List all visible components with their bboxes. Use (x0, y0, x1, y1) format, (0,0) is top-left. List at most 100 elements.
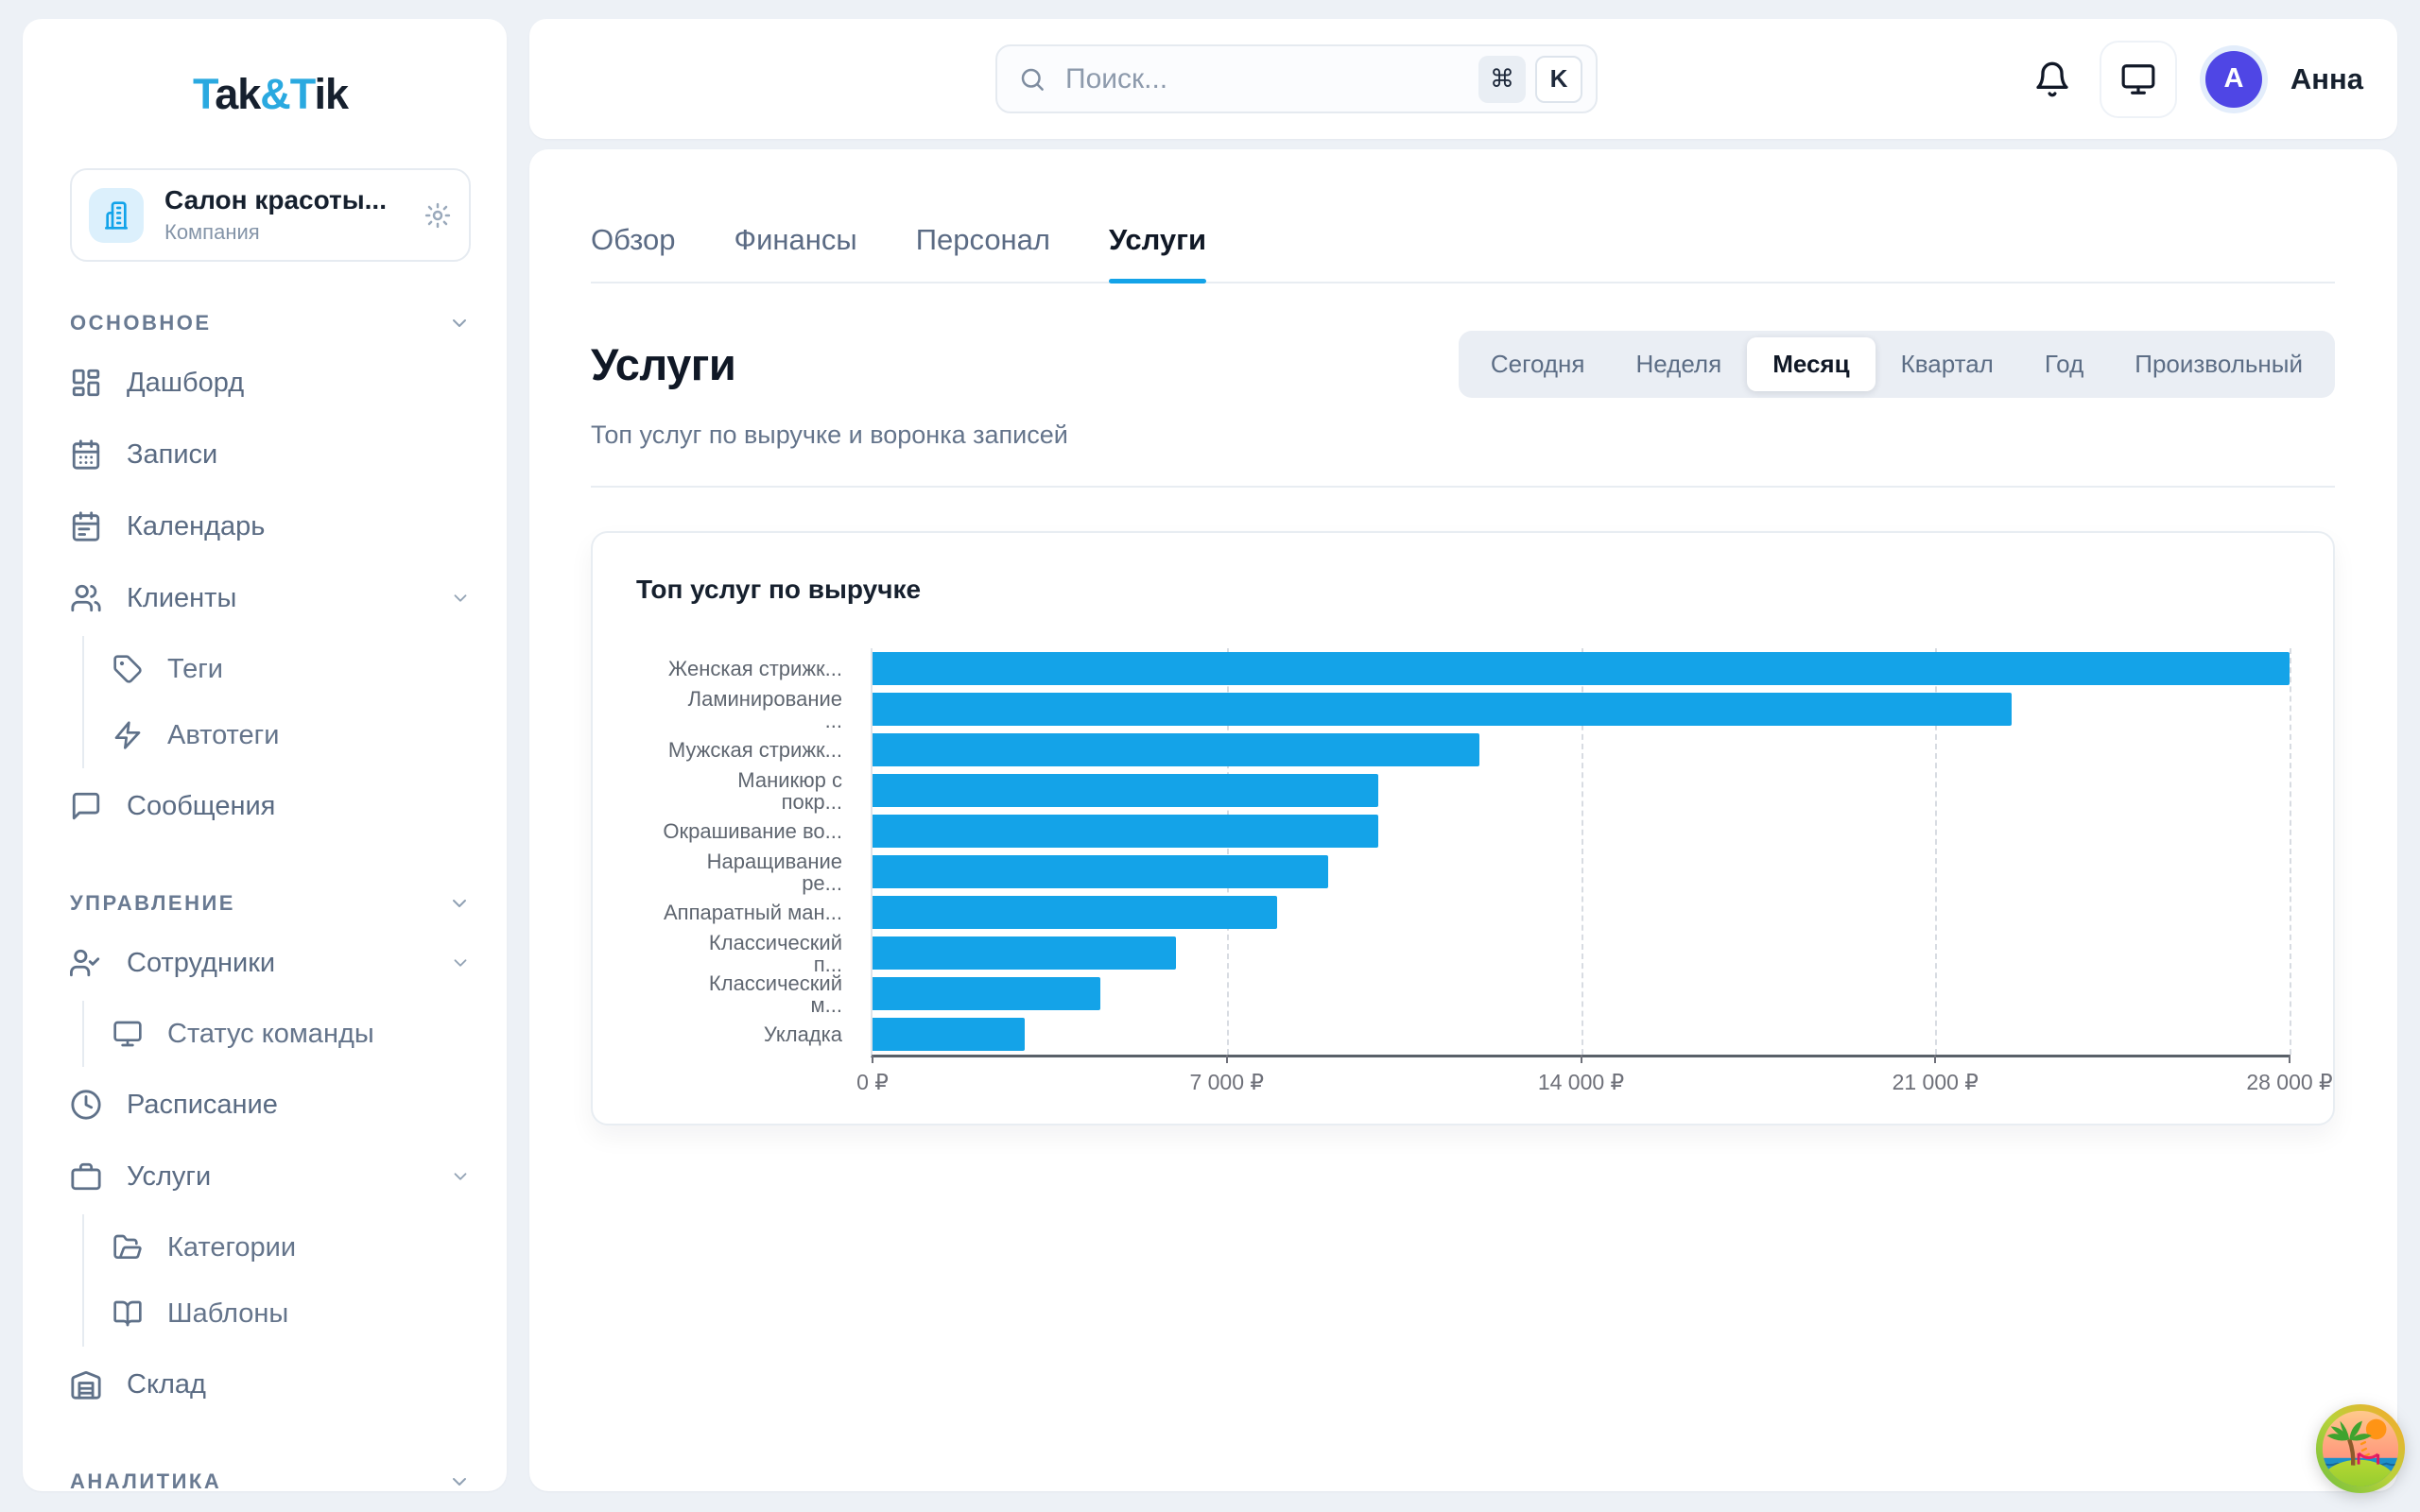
sidebar-section-header[interactable]: ОСНОВНОЕ (70, 311, 471, 335)
chart-bar (873, 977, 1100, 1010)
zap-icon (112, 720, 143, 750)
chart-title: Топ услуг по выручке (636, 575, 2290, 605)
period-option-5[interactable]: Произвольный (2109, 337, 2328, 391)
tab-0[interactable]: Обзор (591, 223, 676, 282)
company-selector[interactable]: Салон красоты... Компания (70, 168, 471, 262)
sidebar-item-label: Теги (167, 654, 223, 685)
sidebar-item-calendar-days[interactable]: Календарь (70, 490, 471, 562)
period-option-1[interactable]: Неделя (1611, 337, 1748, 391)
period-option-0[interactable]: Сегодня (1465, 337, 1611, 391)
chart-category-label: Укладка (636, 1014, 871, 1055)
sidebar-nav: ОСНОВНОЕДашбордЗаписиКалендарьКлиентыТег… (70, 311, 471, 1491)
sidebar-item-zap[interactable]: Автотеги (112, 702, 471, 768)
monitor-icon (2120, 61, 2156, 97)
search-box[interactable]: ⌘ K (995, 44, 1598, 113)
sidebar-item-warehouse[interactable]: Склад (70, 1349, 471, 1420)
sidebar-item-monitor[interactable]: Статус команды (112, 1001, 471, 1067)
topbar: ⌘ K A Анна (529, 19, 2397, 139)
logo-segment: T (290, 70, 315, 118)
sidebar-section-label: ОСНОВНОЕ (70, 311, 212, 335)
chart-bar (873, 774, 1378, 807)
chart-bar (873, 855, 1328, 888)
building-icon (89, 188, 144, 243)
chart-bar (873, 693, 2012, 726)
period-option-2[interactable]: Месяц (1747, 337, 1875, 391)
chart-bar-row (873, 648, 2290, 689)
x-axis-tick (2289, 1055, 2290, 1063)
x-axis-tick (1226, 1055, 1228, 1063)
monitor-icon (112, 1019, 143, 1049)
sidebar-item-message[interactable]: Сообщения (70, 770, 471, 842)
chart-bar (873, 896, 1277, 929)
user-name: Анна (2290, 62, 2363, 96)
sidebar: Tak&Tik Салон красоты... Компания ОСНОВН… (23, 19, 507, 1491)
sidebar-item-label: Дашборд (127, 368, 244, 399)
sidebar-item-label: Статус команды (167, 1019, 374, 1050)
sidebar-sub-list: Статус команды (82, 1001, 471, 1067)
tab-1[interactable]: Финансы (735, 223, 857, 282)
chevron-down-icon (448, 892, 471, 915)
logo-segment: ak (215, 70, 260, 118)
tab-2[interactable]: Персонал (916, 223, 1050, 282)
x-axis-tick-label: 0 ₽ (856, 1070, 889, 1095)
chart-category-label: Классический м... (636, 973, 871, 1014)
x-axis-tick (1581, 1055, 1582, 1063)
sidebar-section-header[interactable]: АНАЛИТИКА (70, 1469, 471, 1491)
message-icon (70, 790, 102, 822)
sidebar-item-tag[interactable]: Теги (112, 636, 471, 702)
chart-category-label: Окрашивание во... (636, 811, 871, 851)
title-row: Услуги СегодняНеделяМесяцКварталГодПроиз… (591, 331, 2335, 398)
chart-category-label: Ламинирование ... (636, 689, 871, 730)
logo-segment: & (260, 70, 290, 118)
display-mode-button[interactable] (2100, 41, 2177, 118)
sidebar-item-clock[interactable]: Расписание (70, 1069, 471, 1141)
sidebar-item-user-check[interactable]: Сотрудники (70, 927, 471, 999)
sidebar-item-book-open[interactable]: Шаблоны (112, 1280, 471, 1347)
chevron-down-icon (448, 312, 471, 335)
sidebar-item-users[interactable]: Клиенты (70, 562, 471, 634)
sidebar-item-label: Шаблоны (167, 1298, 288, 1330)
chart-bar-row (873, 730, 2290, 770)
sidebar-item-dashboard[interactable]: Дашборд (70, 347, 471, 419)
period-option-3[interactable]: Квартал (1876, 337, 2019, 391)
bell-icon[interactable] (2033, 60, 2071, 98)
company-type: Компания (164, 220, 387, 245)
sidebar-sub-list: Теги Автотеги (82, 636, 471, 768)
chart-bar-row (873, 892, 2290, 933)
chart-category-label: Классический п... (636, 933, 871, 973)
logo-segment: T (193, 70, 215, 118)
x-axis-tick-label: 21 000 ₽ (1893, 1070, 1979, 1095)
sidebar-section-items: Дашборд Записи КалендарьКлиенты Теги Автотег… (70, 347, 471, 842)
chart-category-labels: Женская стрижк...Ламинирование ...Мужска… (636, 648, 871, 1057)
gear-icon[interactable] (424, 201, 452, 230)
x-axis-tick-label: 7 000 ₽ (1189, 1070, 1264, 1095)
period-option-4[interactable]: Год (2019, 337, 2109, 391)
avatar[interactable]: A (2205, 51, 2262, 108)
logo-segment: ik (314, 70, 348, 118)
chart-bar-row (873, 770, 2290, 811)
sidebar-section-label: УПРАВЛЕНИЕ (70, 891, 235, 916)
tab-3[interactable]: Услуги (1109, 223, 1206, 282)
sidebar-section-header[interactable]: УПРАВЛЕНИЕ (70, 891, 471, 916)
page-title: Услуги (591, 338, 735, 390)
company-name: Салон красоты... (164, 185, 387, 215)
chart-bar (873, 936, 1176, 970)
search-input[interactable] (1063, 62, 1478, 96)
sidebar-item-label: Записи (127, 439, 217, 471)
x-axis-tick (1934, 1055, 1936, 1063)
sidebar-item-label: Расписание (127, 1090, 278, 1121)
chart-bar (873, 815, 1378, 848)
floating-island-button[interactable] (2314, 1402, 2407, 1495)
sidebar-item-folder-open[interactable]: Категории (112, 1214, 471, 1280)
app-logo: Tak&Tik (70, 70, 471, 119)
chevron-down-icon (450, 953, 471, 973)
sidebar-item-calendar-check[interactable]: Записи (70, 419, 471, 490)
gridline (2290, 648, 2291, 1055)
chevron-down-icon (450, 1166, 471, 1187)
x-axis-tick-label: 14 000 ₽ (1538, 1070, 1624, 1095)
chart-bar (873, 1018, 1025, 1051)
divider (591, 486, 2335, 488)
chevron-down-icon (450, 588, 471, 609)
sidebar-item-briefcase[interactable]: Услуги (70, 1141, 471, 1212)
users-icon (70, 582, 102, 614)
